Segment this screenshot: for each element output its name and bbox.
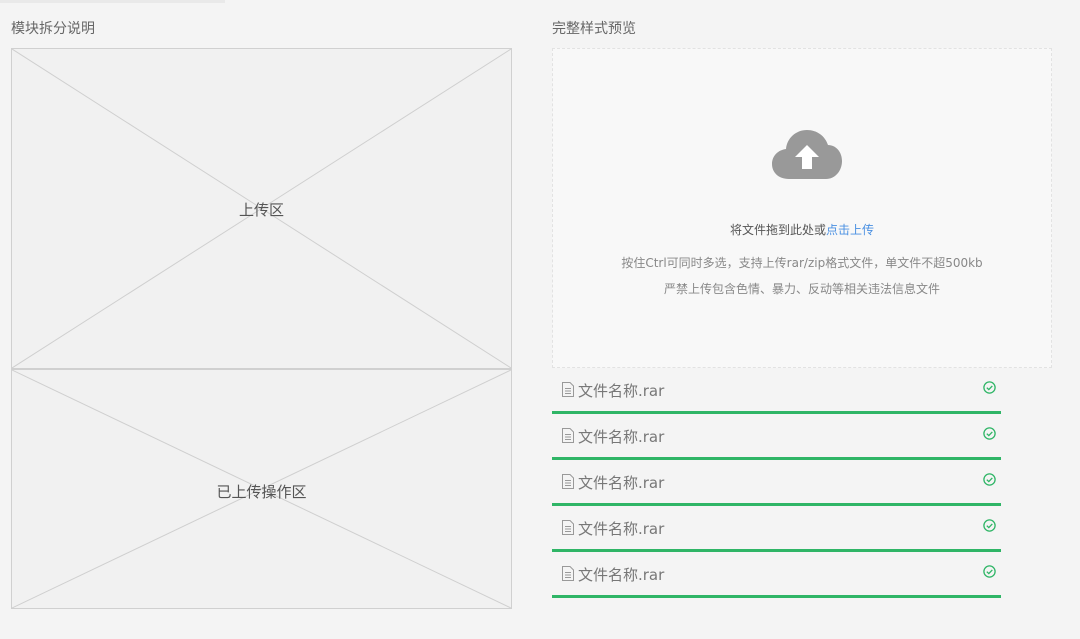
- file-name: 文件名称.rar: [578, 520, 665, 538]
- document-icon: [562, 428, 574, 443]
- upload-area-wireframe: 上传区: [11, 48, 512, 369]
- check-circle-icon: [983, 427, 996, 440]
- uploaded-file-item[interactable]: 文件名称.rar: [552, 506, 1001, 552]
- file-name: 文件名称.rar: [578, 382, 665, 400]
- upload-hint-format: 按住Ctrl可同时多选，支持上传rar/zip格式文件，单文件不超500kb: [621, 256, 983, 270]
- click-upload-link[interactable]: 点击上传: [826, 223, 874, 237]
- file-name: 文件名称.rar: [578, 566, 665, 584]
- uploaded-file-item[interactable]: 文件名称.rar: [552, 414, 1001, 460]
- upload-area-label: 上传区: [238, 201, 284, 219]
- file-name: 文件名称.rar: [578, 428, 665, 446]
- uploaded-file-item[interactable]: 文件名称.rar: [552, 552, 1001, 598]
- document-icon: [562, 382, 574, 397]
- uploaded-file-item[interactable]: 文件名称.rar: [552, 460, 1001, 506]
- uploaded-ops-label: 已上传操作区: [216, 483, 307, 501]
- upload-hint-policy: 严禁上传包含色情、暴力、反动等相关违法信息文件: [663, 282, 940, 296]
- document-icon: [562, 474, 574, 489]
- uploaded-ops-wireframe: 已上传操作区: [11, 369, 512, 609]
- drop-prompt-text: 将文件拖到此处或: [729, 223, 826, 237]
- top-divider: [0, 0, 225, 3]
- check-circle-icon: [983, 381, 996, 394]
- drop-prompt: 将文件拖到此处或点击上传: [553, 221, 1051, 238]
- document-icon: [562, 520, 574, 535]
- check-circle-icon: [983, 565, 996, 578]
- file-name: 文件名称.rar: [578, 474, 665, 492]
- section-title-module-breakdown: 模块拆分说明: [11, 21, 95, 37]
- upload-dropzone[interactable]: 将文件拖到此处或点击上传 按住Ctrl可同时多选，支持上传rar/zip格式文件…: [552, 48, 1052, 368]
- section-title-full-preview: 完整样式预览: [552, 21, 636, 37]
- check-circle-icon: [983, 519, 996, 532]
- uploaded-file-item[interactable]: 文件名称.rar: [552, 368, 1001, 414]
- document-icon: [562, 566, 574, 581]
- cloud-upload-icon: [772, 130, 842, 179]
- check-circle-icon: [983, 473, 996, 486]
